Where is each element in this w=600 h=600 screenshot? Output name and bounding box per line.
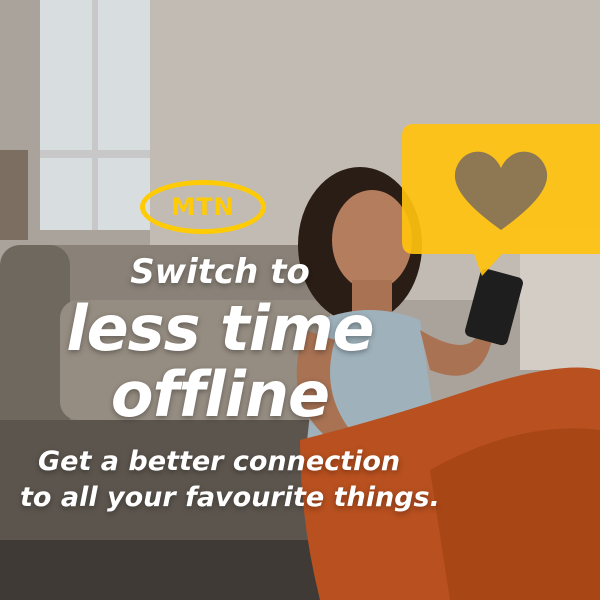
ad-banner: MTN Switch to less time offline Get a be… — [0, 0, 600, 600]
headline-line-1: Switch to — [130, 252, 310, 292]
headline-line-2: less time — [66, 292, 374, 365]
subheadline-line-1: Get a better connection — [38, 446, 401, 477]
logo-text: MTN — [171, 193, 235, 221]
mtn-logo: MTN — [140, 180, 266, 234]
headline-line-3: offline — [110, 358, 330, 431]
subheadline-line-2: to all your favourite things. — [20, 482, 440, 513]
